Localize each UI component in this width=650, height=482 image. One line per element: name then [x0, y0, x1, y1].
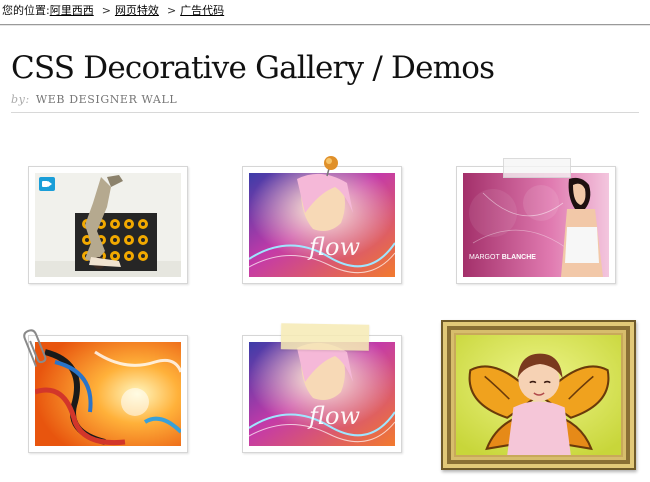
- paper-clip-icon: [23, 329, 47, 367]
- breadcrumb-link-effects[interactable]: 网页特效: [115, 4, 159, 17]
- byline: by: WEB DESIGNER WALL: [11, 93, 177, 106]
- flow-text: flow: [307, 402, 360, 430]
- breadcrumb-link-ad-code[interactable]: 广告代码: [180, 4, 224, 17]
- video-icon[interactable]: [39, 177, 55, 191]
- breadcrumb-link-alixixi[interactable]: 阿里西西: [50, 4, 94, 17]
- byline-author: WEB DESIGNER WALL: [35, 93, 178, 106]
- breadcrumb-separator: >: [166, 4, 177, 17]
- breadcrumb: 您的位置:阿里西西 > 网页特效 > 广告代码: [0, 0, 650, 25]
- page-title: CSS Decorative Gallery / Demos: [11, 50, 495, 86]
- gallery-item-clipped[interactable]: [23, 329, 188, 453]
- flow-text: flow: [307, 233, 360, 261]
- push-pin-icon: [324, 156, 338, 177]
- gallery-image-margot: MARGOT BLANCHE: [463, 173, 609, 277]
- gallery-item-gold-frame[interactable]: [441, 320, 636, 470]
- gallery-image-breakdancer: [35, 173, 181, 277]
- gallery-item-video[interactable]: [28, 166, 188, 284]
- gallery-item-pinned[interactable]: flow: [242, 156, 402, 284]
- byline-by: by:: [11, 93, 30, 106]
- gallery-image-flow: flow: [249, 173, 395, 277]
- gallery-item-taped-clear[interactable]: MARGOT BLANCHE: [456, 158, 616, 284]
- gallery-image-abstract: [35, 342, 181, 446]
- clear-tape: [503, 158, 571, 178]
- gallery-item-taped[interactable]: flow: [242, 323, 402, 453]
- masking-tape: [280, 323, 370, 351]
- gallery-image-flow-2: flow: [249, 342, 395, 446]
- breadcrumb-separator: >: [101, 4, 111, 17]
- gallery-image-butterfly-girl: [456, 335, 621, 455]
- breadcrumb-prefix: 您的位置:: [2, 4, 50, 17]
- header-divider: [11, 112, 639, 113]
- margot-caption: MARGOT BLANCHE: [469, 254, 536, 261]
